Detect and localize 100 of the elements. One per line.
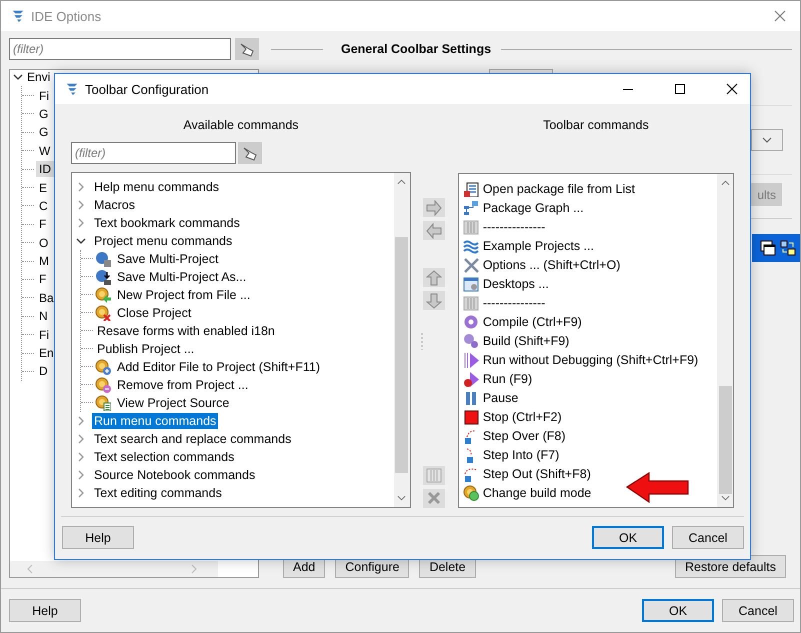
tree-item[interactable]: F (36, 271, 50, 288)
tree-item[interactable]: Run menu commands (92, 412, 218, 429)
scroll-up-icon[interactable] (397, 178, 406, 185)
tree-item[interactable]: Close Project (115, 304, 194, 321)
scroll-down-icon[interactable] (397, 495, 406, 501)
list-item[interactable]: Compile (Ctrl+F9) (480, 314, 584, 330)
tree-item[interactable]: E (36, 180, 50, 196)
separator-icon (462, 294, 479, 311)
tree-item[interactable]: View Project Source (115, 394, 232, 411)
clear-filter-button[interactable] (238, 142, 262, 164)
windows-icon[interactable] (760, 240, 776, 256)
tree-item[interactable]: Text selection commands (92, 448, 236, 465)
chevron-icon[interactable] (76, 236, 86, 246)
maximize-icon[interactable] (674, 83, 686, 95)
filter-field[interactable]: (filter) (71, 142, 236, 164)
dialog-button[interactable]: Cancel (722, 599, 794, 622)
list-item[interactable]: Step Over (F8) (480, 428, 568, 444)
tree-item[interactable]: Text editing commands (92, 484, 224, 501)
tree-item[interactable]: G (36, 106, 52, 122)
list-item[interactable]: --------------- (480, 218, 548, 235)
scroll-up-icon[interactable] (720, 180, 730, 186)
close-icon[interactable] (726, 83, 738, 95)
scroll-down-icon[interactable] (720, 495, 730, 501)
dialog-button[interactable]: Help (9, 599, 81, 622)
scroll-left-icon[interactable] (26, 564, 34, 574)
column-heading: Available commands (182, 118, 300, 134)
add-separator-button[interactable] (423, 466, 446, 485)
list-item[interactable]: Desktops ... (480, 276, 551, 292)
list-item[interactable]: --------------- (480, 294, 548, 311)
tree-item[interactable]: F (36, 216, 50, 232)
project-icon (95, 358, 111, 375)
list-item[interactable]: Step Out (Shift+F8) (480, 466, 593, 482)
tree-item[interactable]: Envi (27, 70, 50, 84)
filter-field[interactable]: (filter) (9, 38, 231, 60)
tree-item[interactable]: Remove from Project ... (115, 376, 250, 393)
tree-item[interactable]: Fi (36, 88, 52, 104)
dialog-title: Toolbar Configuration (85, 82, 209, 96)
tree-item[interactable]: Save Multi-Project (115, 250, 220, 267)
tree-item[interactable]: Macros (92, 196, 137, 213)
remove-button[interactable] (423, 221, 446, 240)
clear-filter-button[interactable] (235, 38, 259, 60)
project-icon (95, 286, 111, 303)
tree-item[interactable]: Help menu commands (92, 178, 222, 195)
list-item[interactable]: Options ... (Shift+Ctrl+O) (480, 256, 622, 273)
dropdown-field[interactable] (751, 129, 783, 151)
dialog-button[interactable]: Help (62, 526, 134, 549)
bug-icon (462, 370, 479, 387)
list-item[interactable]: Open package file from List (480, 180, 637, 197)
tree-item[interactable]: Text bookmark commands (92, 214, 242, 231)
tree-item[interactable]: En (36, 345, 57, 362)
horizontal-scrollbar[interactable] (10, 561, 218, 577)
list-item[interactable]: Stop (Ctrl+F2) (480, 408, 564, 425)
chevron-icon[interactable] (13, 72, 23, 82)
tree-item[interactable]: ID (36, 161, 54, 178)
tree-item[interactable]: Add Editor File to Project (Shift+F11) (115, 358, 322, 375)
scroll-right-icon[interactable] (190, 564, 198, 574)
list-item[interactable]: Change build mode (480, 484, 594, 501)
tree-item[interactable]: M (36, 253, 52, 270)
tree-item[interactable]: C (36, 198, 51, 214)
app-logo-icon (11, 9, 25, 23)
step-icon (462, 466, 479, 482)
package-icon (462, 180, 479, 197)
list-item[interactable]: Pause (480, 390, 520, 406)
tree-item[interactable]: Save Multi-Project As... (115, 268, 248, 285)
gears-icon (462, 332, 479, 349)
add-button[interactable] (423, 198, 446, 218)
list-item[interactable]: Example Projects ... (480, 238, 596, 254)
dialog-button[interactable]: Cancel (672, 526, 744, 549)
tree-item[interactable]: Source Notebook commands (92, 466, 258, 483)
tree-item[interactable]: O (36, 234, 52, 251)
list-item[interactable]: Build (Shift+F9) (480, 332, 572, 349)
move-down-button[interactable] (423, 291, 446, 310)
dialog-button[interactable]: OK (642, 599, 714, 622)
play-icon (462, 352, 479, 368)
tree-item[interactable]: Publish Project ... (95, 340, 196, 357)
list-item[interactable]: Package Graph ... (480, 200, 586, 216)
swap-icon[interactable] (780, 240, 796, 256)
move-up-button[interactable] (423, 268, 446, 288)
list-item[interactable]: Step Into (F7) (480, 446, 562, 463)
tree-item[interactable]: D (36, 363, 51, 380)
dialog-button[interactable]: OK (592, 526, 664, 549)
scrollbar-thumb[interactable] (395, 236, 408, 473)
tree-item[interactable]: Project menu commands (92, 232, 234, 249)
delete-icon (426, 490, 442, 506)
disk-icon (95, 268, 111, 285)
tree-item[interactable]: Resave forms with enabled i18n (95, 322, 277, 339)
tree-item[interactable]: N (36, 308, 51, 324)
list-item[interactable]: Run (F9) (480, 370, 534, 387)
tree-item[interactable]: Ba (36, 290, 57, 306)
vertical-scrollbar[interactable] (717, 174, 733, 507)
tree-item[interactable]: Text search and replace commands (92, 430, 294, 447)
tree-item[interactable]: G (36, 124, 52, 140)
scrollbar-thumb[interactable] (718, 386, 732, 494)
list-item[interactable]: Run without Debugging (Shift+Ctrl+F9) (480, 352, 700, 368)
left-arrow-icon (426, 222, 442, 239)
delete-button[interactable] (423, 488, 446, 508)
tree-item[interactable]: New Project from File ... (115, 286, 252, 303)
vertical-scrollbar[interactable] (394, 172, 410, 507)
tree-item[interactable]: Fi (36, 326, 52, 343)
tree-item[interactable]: W (36, 142, 54, 159)
